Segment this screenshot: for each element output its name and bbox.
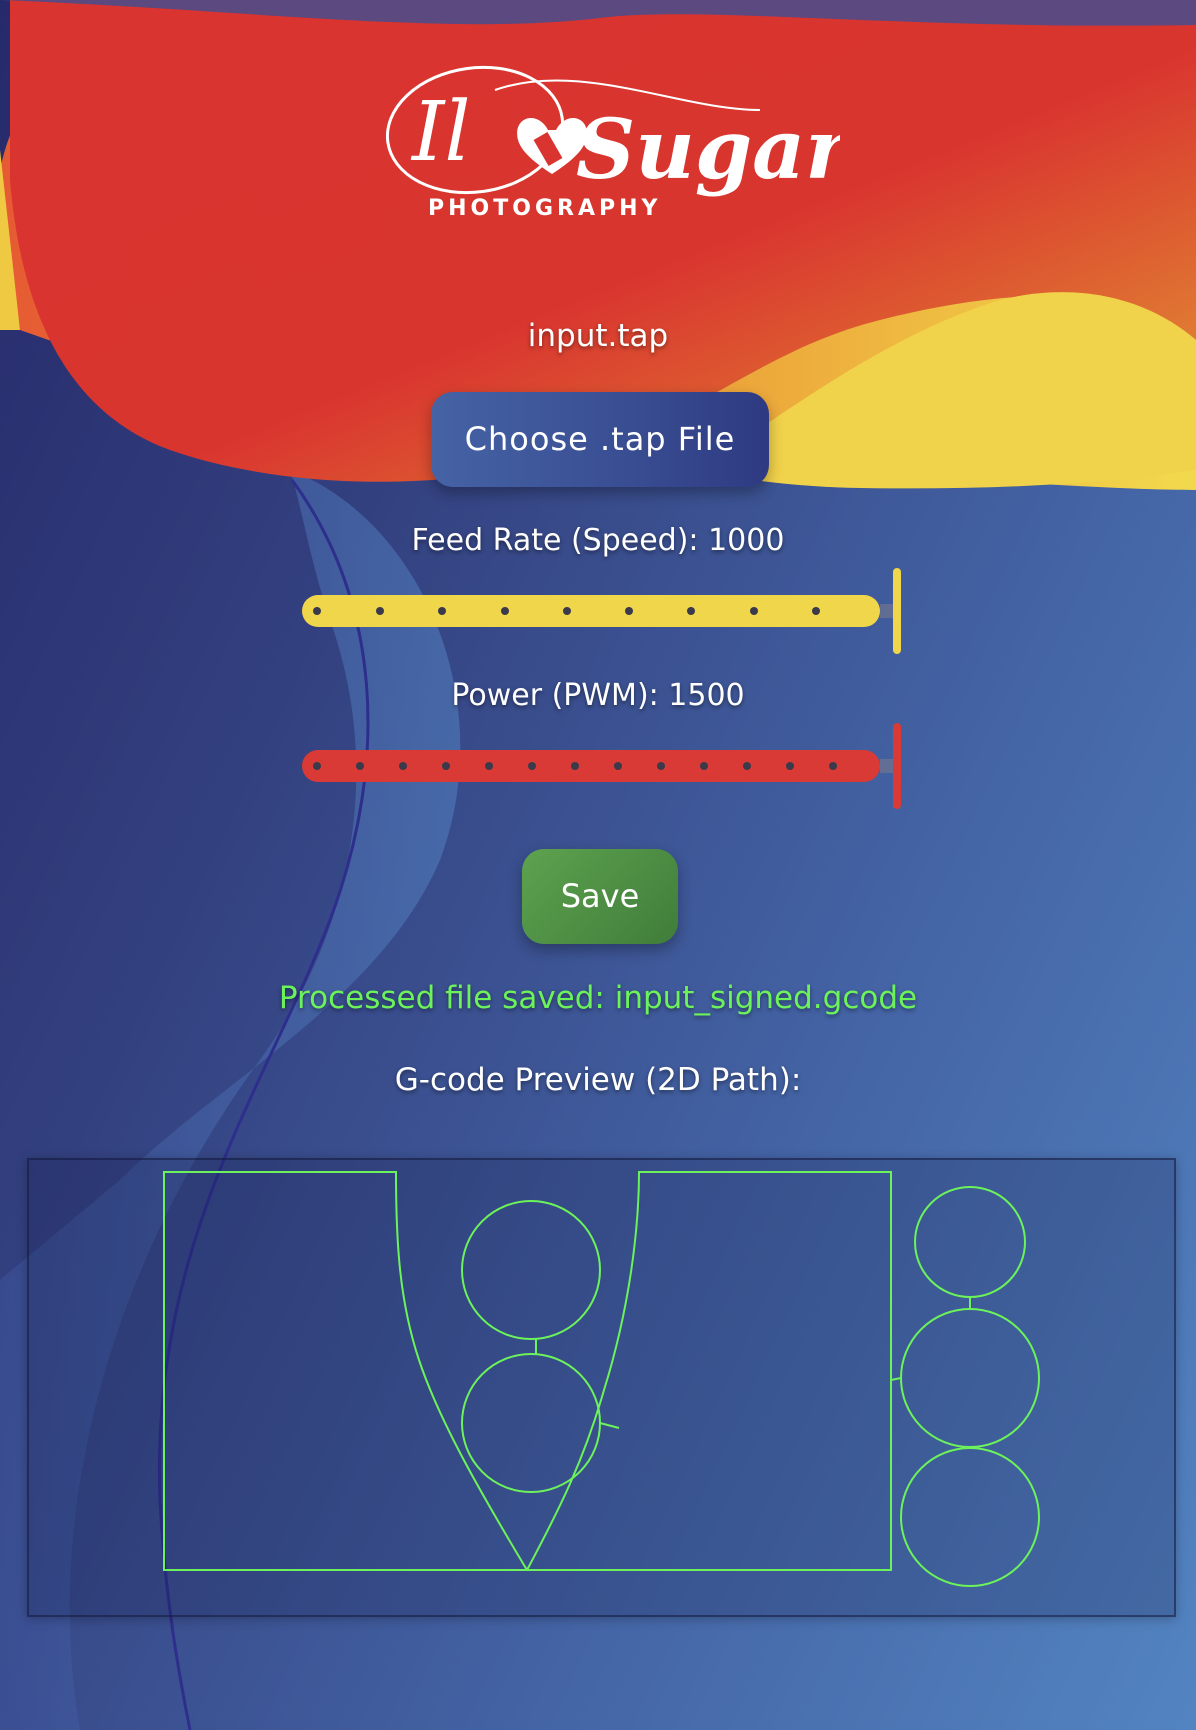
feed-rate-tick	[812, 607, 820, 615]
power-tick	[571, 762, 579, 770]
right-panel-path	[525, 1171, 892, 1571]
power-tick	[399, 762, 407, 770]
status-message: Processed file saved: input_signed.gcode	[278, 980, 918, 1016]
power-tick	[485, 762, 493, 770]
power-slider[interactable]	[302, 719, 902, 809]
preview-title: G-code Preview (2D Path):	[394, 1062, 802, 1098]
feed-rate-tick	[313, 607, 321, 615]
feed-rate-tick	[563, 607, 571, 615]
right-middle-circle	[900, 1308, 1040, 1448]
power-tick	[829, 762, 837, 770]
power-tick	[356, 762, 364, 770]
feed-rate-tick	[376, 607, 384, 615]
feed-rate-tick	[438, 607, 446, 615]
svg-text:Il: Il	[410, 85, 471, 180]
feed-rate-slider[interactable]	[302, 564, 902, 654]
power-thumb[interactable]	[893, 723, 901, 809]
gcode-path-drawing	[163, 1171, 1040, 1587]
power-tick	[657, 762, 665, 770]
power-tick	[743, 762, 751, 770]
upper-center-circle	[461, 1200, 601, 1340]
power-tick	[442, 762, 450, 770]
feed-rate-tick	[501, 607, 509, 615]
svg-text:Sugar: Sugar	[576, 102, 840, 198]
lower-center-circle	[461, 1353, 601, 1493]
brand-logo: Il Sugar PHOTOGRAPHY	[385, 65, 840, 221]
power-tick	[700, 762, 708, 770]
choose-file-button[interactable]: Choose .tap File	[431, 392, 769, 487]
svg-text:PHOTOGRAPHY: PHOTOGRAPHY	[428, 196, 661, 221]
feed-rate-label: Feed Rate (Speed): 1000	[411, 523, 785, 558]
selected-file-name: input.tap	[527, 318, 669, 354]
feed-rate-thumb[interactable]	[893, 568, 901, 654]
right-top-circle	[914, 1186, 1026, 1298]
power-label: Power (PWM): 1500	[451, 678, 745, 713]
feed-rate-tick	[687, 607, 695, 615]
save-button[interactable]: Save	[522, 849, 678, 944]
feed-rate-tick	[625, 607, 633, 615]
feed-rate-track[interactable]	[302, 595, 880, 627]
power-tick	[786, 762, 794, 770]
feed-rate-tick	[750, 607, 758, 615]
power-tick	[313, 762, 321, 770]
power-tick	[614, 762, 622, 770]
gcode-preview-canvas	[27, 1158, 1176, 1617]
power-tick	[528, 762, 536, 770]
right-bottom-circle	[900, 1447, 1040, 1587]
